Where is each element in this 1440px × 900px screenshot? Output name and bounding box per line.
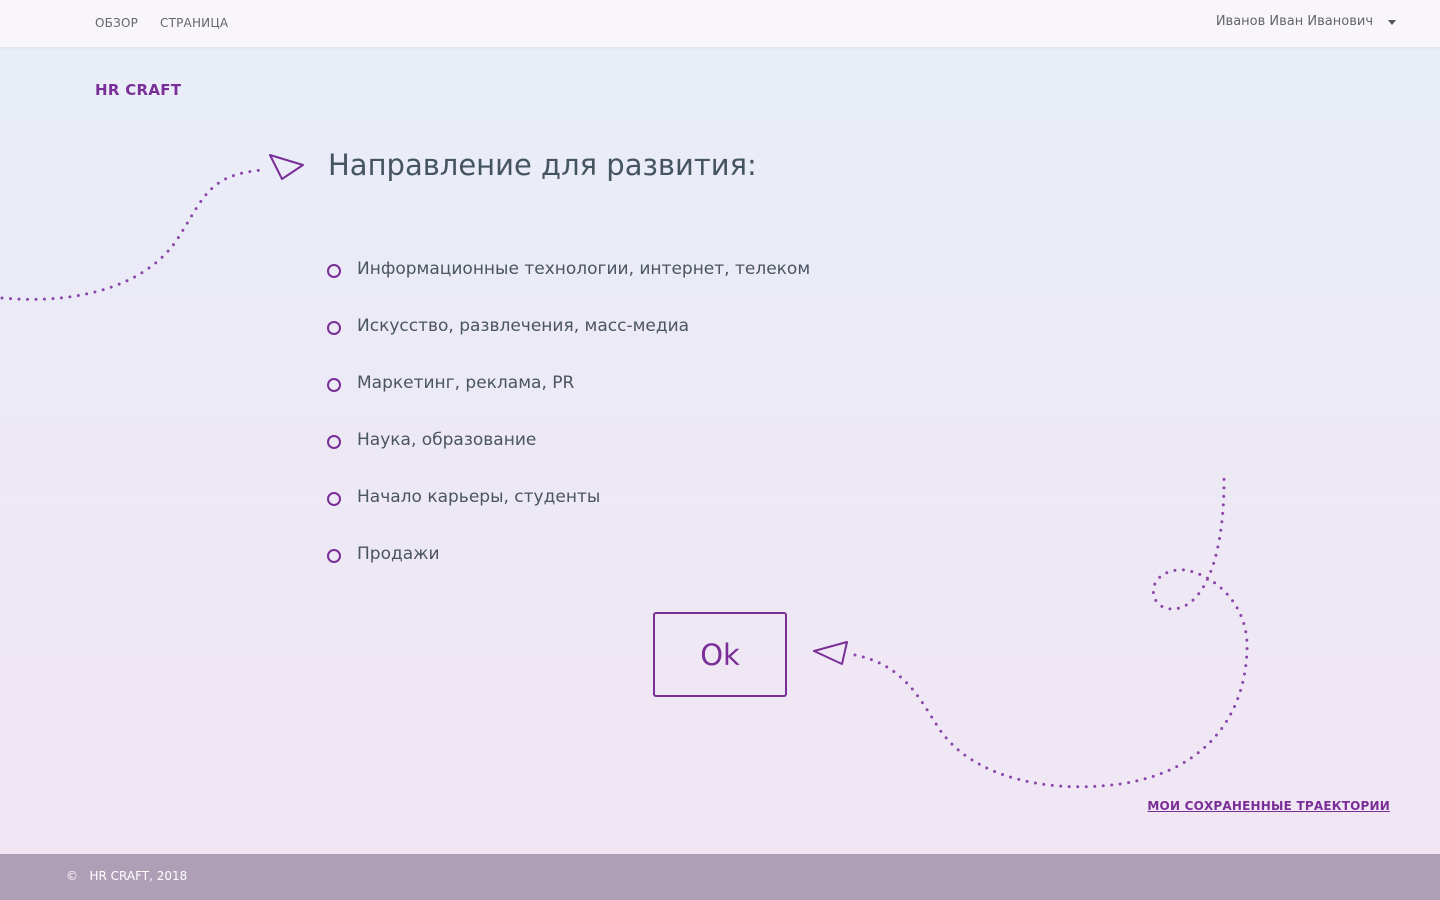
radio-icon[interactable] [327,434,341,449]
paper-plane-icon [269,154,304,180]
nav-link-overview[interactable]: ОБЗОР [95,16,138,30]
radio-icon[interactable] [327,320,341,335]
nav-link-page[interactable]: СТРАНИЦА [160,16,228,30]
footer-copyright: © HR CRAFT, 2018 [66,869,187,883]
copyright-symbol: © [66,869,78,883]
radio-icon[interactable] [327,491,341,506]
user-name: Иванов Иван Иванович [1215,14,1373,29]
page-title: Направление для развития: [328,148,757,182]
option-label: Продажи [357,543,440,564]
option-marketing[interactable]: Маркетинг, реклама, PR [327,354,810,411]
option-it[interactable]: Информационные технологии, интернет, тел… [327,240,810,297]
footer-text: HR CRAFT, 2018 [89,869,188,883]
top-navbar: ОБЗОР СТРАНИЦА Иванов Иван Иванович [0,0,1440,47]
option-science[interactable]: Наука, образование [327,411,810,468]
option-label: Начало карьеры, студенты [357,486,601,507]
brand-logo: HR CRAFT [95,81,182,99]
footer: © HR CRAFT, 2018 [0,854,1440,900]
saved-trajectories-link[interactable]: МОИ СОХРАНЕННЫЕ ТРАЕКТОРИИ [1147,799,1390,813]
option-label: Наука, образование [357,429,537,450]
radio-icon[interactable] [327,377,341,392]
dotted-trail-right [853,473,1249,789]
option-career-start[interactable]: Начало карьеры, студенты [327,468,810,525]
radio-icon[interactable] [327,263,341,278]
option-label: Информационные технологии, интернет, тел… [357,258,811,279]
option-sales[interactable]: Продажи [327,525,810,582]
user-menu[interactable]: Иванов Иван Иванович [1216,14,1396,29]
ok-button[interactable]: Ok [653,612,787,697]
caret-down-icon [1388,20,1396,25]
option-label: Искусство, развлечения, масс-медиа [357,315,690,336]
paper-plane-icon [813,641,848,665]
option-label: Маркетинг, реклама, PR [357,372,575,393]
option-arts[interactable]: Искусство, развлечения, масс-медиа [327,297,810,354]
dotted-trail-left [0,168,264,301]
radio-icon[interactable] [327,548,341,563]
direction-options: Информационные технологии, интернет, тел… [327,240,810,582]
